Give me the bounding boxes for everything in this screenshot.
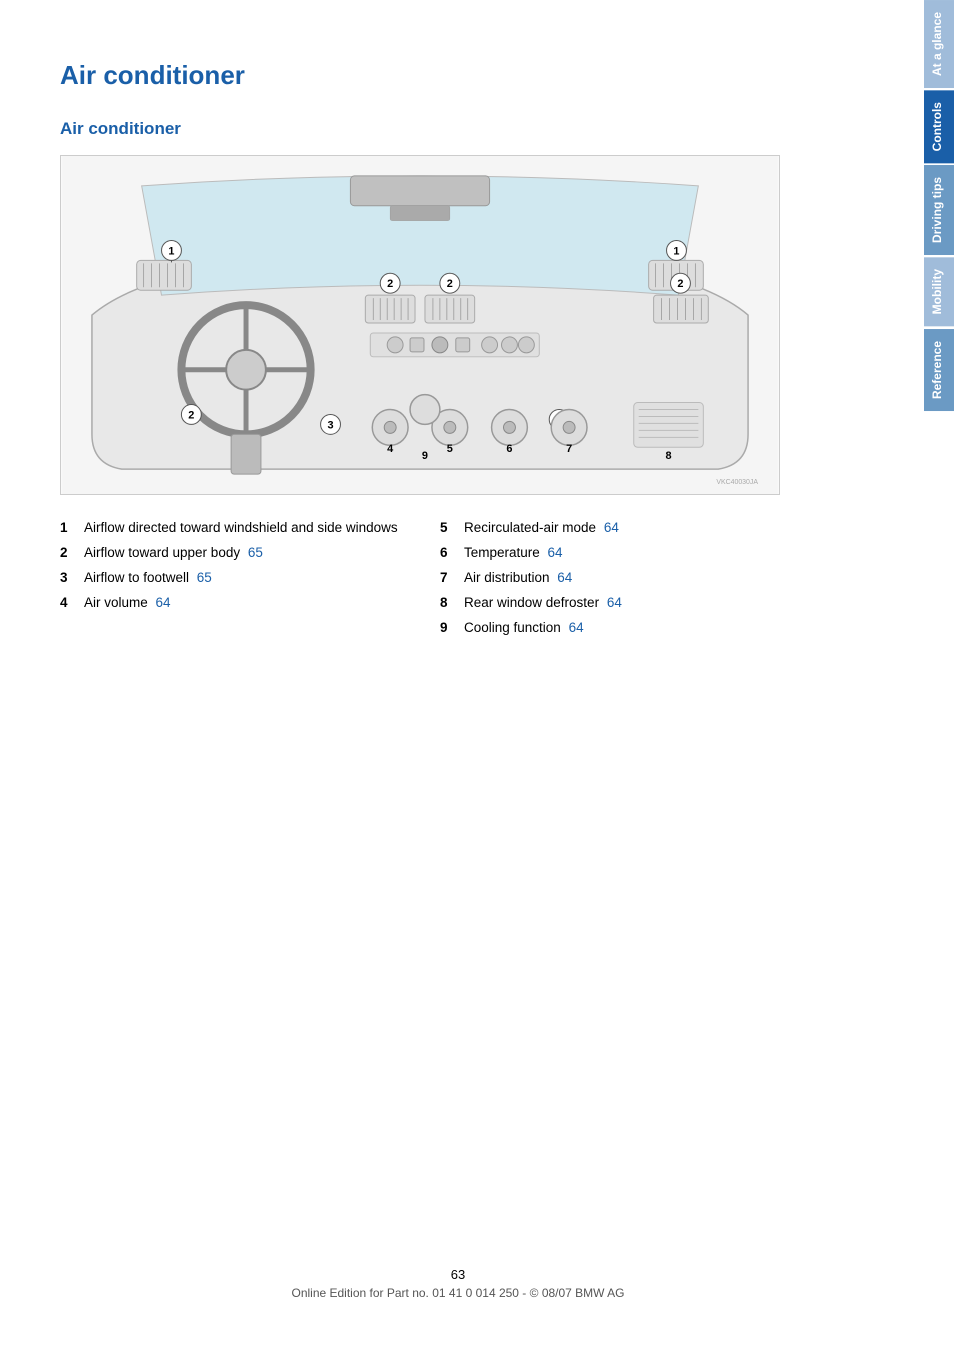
- list-item-6: 6 Temperature 64: [440, 544, 780, 563]
- sidebar-tab-reference[interactable]: Reference: [924, 329, 954, 411]
- item-num-1: 1: [60, 519, 84, 538]
- item-link-8[interactable]: 64: [607, 595, 622, 610]
- svg-text:9: 9: [422, 450, 428, 462]
- section-title: Air conditioner: [60, 119, 866, 139]
- sidebar-tab-controls[interactable]: Controls: [924, 90, 954, 163]
- item-text-2: Airflow toward upper body 65: [84, 544, 400, 563]
- main-content: Air conditioner Air conditioner 1: [0, 0, 916, 683]
- list-item-7: 7 Air distribution 64: [440, 569, 780, 588]
- item-text-1: Airflow directed toward windshield and s…: [84, 519, 400, 538]
- item-link-6[interactable]: 64: [548, 545, 563, 560]
- list-item-1: 1 Airflow directed toward windshield and…: [60, 519, 400, 538]
- diagram-svg: 1 1 2: [61, 156, 779, 494]
- footer-text: Online Edition for Part no. 01 41 0 014 …: [0, 1286, 916, 1300]
- svg-text:5: 5: [447, 443, 453, 455]
- items-left-column: 1 Airflow directed toward windshield and…: [60, 519, 400, 643]
- sidebar-tab-at-a-glance[interactable]: At a glance: [924, 0, 954, 88]
- list-item-2: 2 Airflow toward upper body 65: [60, 544, 400, 563]
- item-link-9[interactable]: 64: [569, 620, 584, 635]
- item-link-7[interactable]: 64: [557, 570, 572, 585]
- items-grid: 1 Airflow directed toward windshield and…: [60, 519, 780, 643]
- item-text-4: Air volume 64: [84, 594, 400, 613]
- svg-text:2: 2: [188, 409, 194, 421]
- svg-text:8: 8: [665, 450, 671, 462]
- list-item-3: 3 Airflow to footwell 65: [60, 569, 400, 588]
- svg-text:7: 7: [566, 443, 572, 455]
- item-link-5[interactable]: 64: [604, 520, 619, 535]
- item-num-3: 3: [60, 569, 84, 588]
- page-title: Air conditioner: [60, 60, 866, 91]
- car-diagram: 1 1 2: [60, 155, 780, 495]
- sidebar: At a glance Controls Driving tips Mobili…: [916, 0, 954, 1350]
- list-item-9: 9 Cooling function 64: [440, 619, 780, 638]
- item-num-4: 4: [60, 594, 84, 613]
- items-right-column: 5 Recirculated-air mode 64 6 Temperature…: [440, 519, 780, 643]
- item-link-4[interactable]: 64: [156, 595, 171, 610]
- item-link-3[interactable]: 65: [197, 570, 212, 585]
- svg-text:2: 2: [447, 278, 453, 290]
- list-item-4: 4 Air volume 64: [60, 594, 400, 613]
- page-number: 63: [0, 1267, 916, 1282]
- item-text-6: Temperature 64: [464, 544, 780, 563]
- svg-text:VKC40030JA: VKC40030JA: [716, 479, 758, 486]
- svg-text:1: 1: [673, 245, 679, 257]
- item-num-9: 9: [440, 619, 464, 638]
- svg-text:3: 3: [327, 419, 333, 431]
- item-text-3: Airflow to footwell 65: [84, 569, 400, 588]
- item-text-9: Cooling function 64: [464, 619, 780, 638]
- sidebar-tab-mobility[interactable]: Mobility: [924, 257, 954, 326]
- sidebar-tab-driving-tips[interactable]: Driving tips: [924, 165, 954, 255]
- list-item-8: 8 Rear window defroster 64: [440, 594, 780, 613]
- item-num-2: 2: [60, 544, 84, 563]
- svg-text:6: 6: [506, 443, 512, 455]
- svg-text:2: 2: [387, 278, 393, 290]
- svg-text:2: 2: [677, 278, 683, 290]
- item-num-7: 7: [440, 569, 464, 588]
- item-text-7: Air distribution 64: [464, 569, 780, 588]
- svg-text:1: 1: [168, 245, 174, 257]
- item-link-2[interactable]: 65: [248, 545, 263, 560]
- item-num-8: 8: [440, 594, 464, 613]
- item-num-5: 5: [440, 519, 464, 538]
- item-text-5: Recirculated-air mode 64: [464, 519, 780, 538]
- footer: 63 Online Edition for Part no. 01 41 0 0…: [0, 1267, 916, 1300]
- svg-text:4: 4: [387, 443, 394, 455]
- list-item-5: 5 Recirculated-air mode 64: [440, 519, 780, 538]
- item-text-8: Rear window defroster 64: [464, 594, 780, 613]
- item-num-6: 6: [440, 544, 464, 563]
